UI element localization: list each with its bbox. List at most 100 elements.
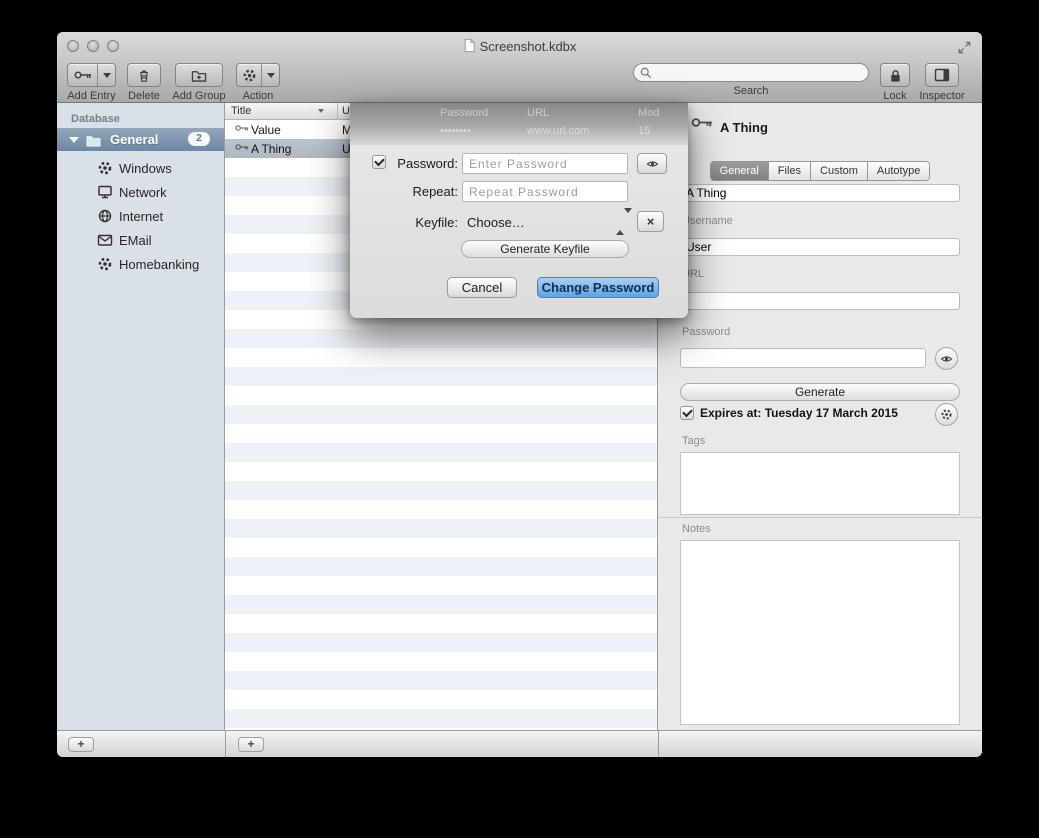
document-icon — [463, 38, 476, 53]
add-entry-footer-button[interactable]: + — [238, 737, 264, 752]
folder-icon — [85, 133, 102, 147]
change-password-dialog: Password URL Mod •••••••• www.url.com 15… — [350, 103, 688, 318]
search-input[interactable] — [633, 63, 869, 82]
key-icon — [235, 124, 249, 132]
dim-password-value: •••••••• — [440, 125, 471, 137]
sidebar-item-label: Homebanking — [119, 257, 199, 272]
tags-label: Tags — [682, 435, 705, 447]
sidebar-group-label: General — [110, 132, 158, 147]
window-header: Screenshot.kdbx Add Entry Delete — [57, 32, 982, 103]
add-entry-button[interactable]: Add Entry — [67, 63, 116, 102]
sidebar-item-network[interactable]: Network — [57, 180, 224, 204]
expires-checkbox[interactable] — [680, 406, 694, 420]
key-icon — [235, 143, 249, 151]
globe-icon — [97, 208, 113, 224]
delete-button[interactable]: Delete — [120, 63, 168, 102]
key-icon — [74, 70, 92, 80]
inspector-panel-icon — [934, 68, 950, 82]
popup-stepper-icon[interactable] — [616, 213, 624, 231]
sidebar-item-label: Internet — [119, 209, 163, 224]
display-icon — [97, 184, 113, 200]
disclosure-triangle-icon[interactable] — [69, 137, 79, 143]
tab-custom[interactable]: Custom — [810, 162, 867, 180]
inspector-entry-title: A Thing — [720, 120, 768, 135]
cancel-button[interactable]: Cancel — [447, 277, 517, 298]
reveal-password-button[interactable] — [935, 347, 958, 370]
delete-label: Delete — [120, 90, 168, 102]
change-password-button[interactable]: Change Password — [537, 277, 659, 298]
gear-icon — [97, 256, 113, 272]
dialog-password-checkbox[interactable] — [372, 155, 386, 169]
add-group-button[interactable]: Add Group — [169, 63, 229, 102]
new-password-input[interactable] — [462, 153, 628, 174]
tab-files[interactable]: Files — [768, 162, 810, 180]
generate-password-button[interactable]: Generate — [680, 383, 960, 401]
tab-autotype[interactable]: Autotype — [867, 162, 929, 180]
sidebar-group-general[interactable]: General 2 — [57, 128, 224, 151]
envelope-icon — [97, 232, 113, 248]
sidebar-item-label: Network — [119, 185, 167, 200]
search-label: Search — [633, 85, 869, 97]
key-icon — [691, 116, 713, 129]
search-area: Search — [633, 63, 869, 97]
checkmark-icon — [374, 156, 385, 167]
window-title: Screenshot.kdbx — [480, 39, 577, 54]
sort-indicator-icon — [318, 109, 324, 113]
tags-field[interactable] — [680, 452, 960, 515]
column-header-title[interactable]: Title — [231, 105, 251, 117]
inspector-tabs: General Files Custom Autotype — [658, 161, 982, 181]
add-group-footer-button[interactable]: + — [68, 737, 94, 752]
password-field[interactable] — [680, 348, 926, 368]
dim-column-modified: Mod — [638, 107, 659, 119]
inspector-toggle-button[interactable]: Inspector — [911, 63, 973, 102]
inspector-panel: A Thing General Files Custom Autotype Us… — [658, 103, 982, 730]
footer-bar: + + — [57, 730, 982, 757]
gear-icon — [97, 160, 113, 176]
title-field[interactable] — [680, 184, 960, 202]
dialog-keyfile-label: Keyfile: — [386, 215, 458, 230]
titlebar[interactable]: Screenshot.kdbx — [57, 32, 982, 60]
app-window: Screenshot.kdbx Add Entry Delete — [57, 32, 982, 757]
dim-url-value: www.url.com — [527, 125, 589, 137]
sidebar-item-windows[interactable]: Windows — [57, 156, 224, 180]
notes-label: Notes — [682, 523, 711, 535]
sidebar: Database General 2 Windows Network — [57, 103, 225, 730]
gear-icon — [242, 68, 257, 83]
entry-title-cell: A Thing — [251, 142, 291, 156]
dim-modified-value: 15 — [638, 125, 650, 137]
add-entry-label: Add Entry — [67, 90, 116, 102]
username-field[interactable] — [680, 238, 960, 256]
column-divider[interactable] — [337, 103, 338, 120]
password-label: Password — [682, 326, 730, 338]
sidebar-item-internet[interactable]: Internet — [57, 204, 224, 228]
keyfile-popup-button[interactable]: Choose… — [467, 215, 525, 230]
eye-icon — [646, 159, 659, 169]
chevron-down-icon — [267, 73, 275, 78]
expires-settings-button[interactable] — [935, 403, 958, 426]
generate-keyfile-button[interactable]: Generate Keyfile — [461, 240, 629, 258]
url-field[interactable] — [680, 292, 960, 310]
action-menu-arrow[interactable] — [261, 64, 279, 86]
lock-icon — [888, 68, 903, 83]
add-entry-menu-arrow[interactable] — [97, 64, 115, 86]
footer-divider — [225, 731, 226, 757]
sidebar-item-homebanking[interactable]: Homebanking — [57, 252, 224, 276]
sidebar-item-email[interactable]: EMail — [57, 228, 224, 252]
username-label: Username — [682, 215, 733, 227]
add-group-label: Add Group — [169, 90, 229, 102]
dialog-reveal-password-button[interactable] — [637, 153, 667, 174]
repeat-password-input[interactable] — [462, 181, 628, 202]
action-button[interactable]: Action — [233, 63, 283, 102]
trash-icon — [137, 68, 151, 83]
checkmark-icon — [682, 407, 693, 418]
sidebar-section-header: Database — [71, 113, 120, 125]
footer-divider — [658, 731, 659, 757]
window-title-area: Screenshot.kdbx — [57, 38, 982, 54]
tab-general[interactable]: General — [711, 162, 768, 180]
desktop-background: Screenshot.kdbx Add Entry Delete — [0, 0, 1039, 838]
fullscreen-icon[interactable] — [957, 40, 972, 55]
dialog-repeat-label: Repeat: — [386, 184, 458, 199]
eye-icon — [940, 354, 953, 364]
clear-keyfile-button[interactable]: × — [637, 211, 664, 232]
notes-field[interactable] — [680, 540, 960, 725]
